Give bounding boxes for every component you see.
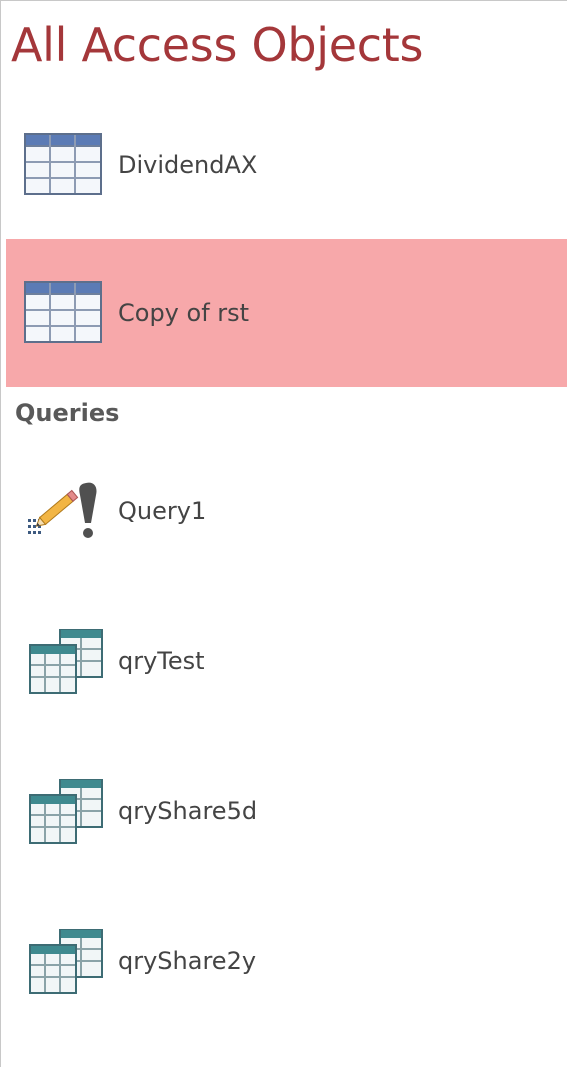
nav-item-qrytest[interactable]: qryTest [6,587,567,735]
nav-item-label: qryShare5d [118,797,258,825]
table-icon [24,133,102,195]
nav-item-query1[interactable]: Query1 [6,437,567,585]
nav-item-label: qryTest [118,647,205,675]
nav-item-label: qryShare2y [118,947,257,975]
nav-item-qryshare2y[interactable]: qryShare2y [6,887,567,1035]
group-header-queries[interactable]: Queries [15,395,119,431]
navigation-pane: All Access Objects DividendAX Copy of rs… [0,0,567,1067]
nav-item-copy-of-rst[interactable]: Copy of rst [6,239,567,387]
nav-item-dividendax[interactable]: DividendAX [6,91,567,239]
select-query-icon [29,779,103,844]
action-query-icon [28,482,97,538]
nav-item-label: Copy of rst [118,299,250,327]
select-query-icon [29,929,103,994]
select-query-icon [29,629,103,694]
pane-title[interactable]: All Access Objects [11,15,423,75]
nav-item-label: DividendAX [118,151,258,179]
table-icon [24,281,102,343]
nav-item-label: Query1 [118,497,207,525]
nav-item-qryshare5d[interactable]: qryShare5d [6,737,567,885]
